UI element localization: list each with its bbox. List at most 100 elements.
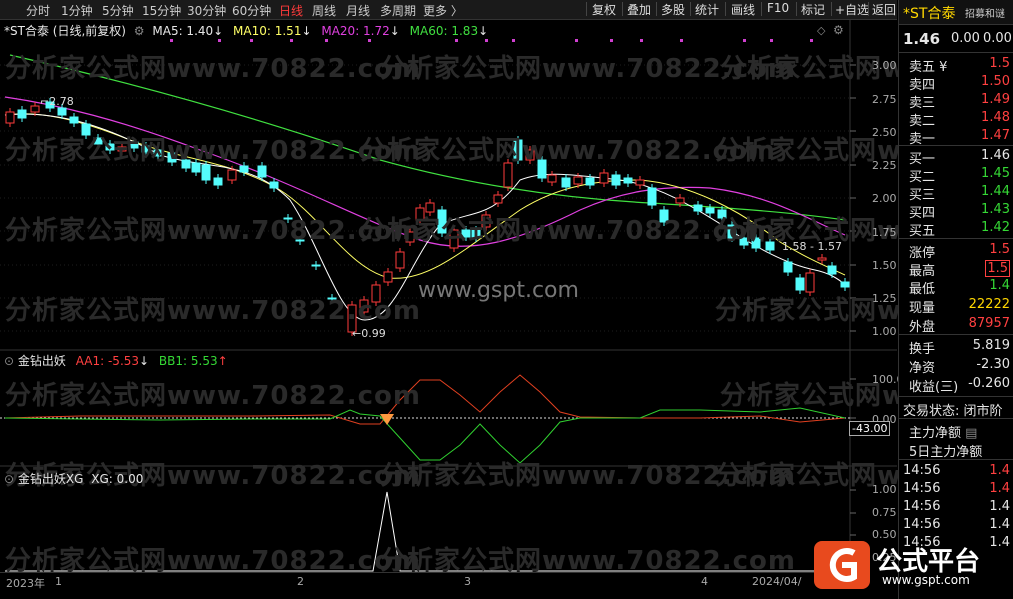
statistics-button[interactable]: 统计 (693, 1, 721, 17)
mark-button[interactable]: 标记 (799, 1, 827, 17)
period-tab-multi[interactable]: 多周期 (380, 2, 416, 19)
ind2-legend: ⊙ 金钻出妖XG XG: 0.00 (4, 470, 143, 487)
watermark-text: 分析家公式网www.70822.com (5, 216, 421, 246)
candle-body (827, 265, 837, 275)
x-tick: 2 (297, 575, 304, 588)
candle-body (675, 197, 685, 204)
candle-body (5, 111, 15, 124)
period-tab-more[interactable]: 更多 〉 (423, 2, 463, 19)
candle-body (395, 251, 405, 269)
watermark-text: 分析家公式网www.70822.com (360, 216, 776, 246)
f10-button[interactable]: F10 (765, 1, 791, 17)
ind1-name: 金钻出妖 (17, 354, 66, 368)
add-favorite-button[interactable]: +自选 (833, 1, 871, 17)
stock-name: *ST合泰 (903, 6, 956, 22)
tick-price: 1.4 (989, 517, 1010, 532)
y-tick: 1.75 (872, 226, 897, 239)
period-tab-30min[interactable]: 30分钟 (187, 2, 226, 19)
candle-body (30, 105, 40, 113)
ask-price: 1.48 (981, 110, 1010, 125)
bid-label: 买五 (909, 224, 936, 239)
watermark-text: 分析家公式网www.70822.com (5, 136, 421, 166)
candle-body (647, 187, 657, 206)
candle-body (783, 261, 793, 273)
tick-price: 1.4 (989, 481, 1010, 496)
period-tab-fenshi[interactable]: 分时 (26, 2, 50, 19)
signal-dot (485, 39, 488, 42)
signal-dot (640, 39, 643, 42)
signal-dot (250, 39, 253, 42)
signal-dot (368, 39, 371, 42)
collapse-icon[interactable]: ⊙ (4, 354, 14, 368)
tick-time: 14:56 (903, 499, 941, 514)
ind1-aa1: AA1: -5.53 (75, 354, 140, 368)
candle-body (57, 107, 67, 116)
signal-dot (680, 39, 683, 42)
collapse-icon[interactable]: ⊙ (4, 472, 14, 486)
ask-label: 卖五 ¥ (909, 60, 948, 75)
stat-value: 1.4 (989, 278, 1010, 293)
candle-body (269, 181, 279, 189)
y-tick: 3.00 (872, 59, 897, 72)
overlay-button[interactable]: 叠加 (625, 1, 653, 17)
ind2-name: 金钻出妖XG (17, 472, 84, 486)
bid-price: 1.45 (981, 166, 1010, 181)
ind2-y-tick: 0.75 (872, 506, 897, 519)
candle-body (599, 172, 609, 184)
signal-dot (218, 39, 221, 42)
stat-label: 换手 (909, 342, 936, 357)
tick-price: 1.4 (989, 499, 1010, 514)
signal-dot (455, 39, 458, 42)
logo-url: www.gspt.com (882, 573, 970, 587)
net-flow-label[interactable]: 主力净额 ▤ (909, 422, 977, 441)
period-tab-monthly[interactable]: 月线 (346, 2, 370, 19)
period-tab-1min[interactable]: 1分钟 (61, 2, 93, 19)
period-tab-5min[interactable]: 5分钟 (102, 2, 134, 19)
ask-price: 1.5 (989, 56, 1010, 71)
watermark-text: 分析家公式网www.70822.com (5, 54, 421, 84)
tick-time: 14:56 (903, 463, 941, 478)
bid-label: 买三 (909, 188, 936, 203)
candle-body (257, 165, 267, 178)
stat-label: 净资 (909, 361, 936, 376)
period-tab-weekly[interactable]: 周线 (312, 2, 336, 19)
bid-label: 买四 (909, 206, 936, 221)
restore-rights-button[interactable]: 复权 (590, 1, 618, 17)
stat-label: 现量 (909, 301, 936, 316)
top-toolbar: 分时 1分钟 5分钟 15分钟 30分钟 60分钟 日线 周线 月线 多周期 更… (0, 0, 897, 20)
draw-line-button[interactable]: 画线 (729, 1, 757, 17)
range-label: 1.58 - 1.57 (782, 240, 842, 253)
back-button[interactable]: 返回 (870, 1, 898, 17)
period-tab-daily[interactable]: 日线 (279, 2, 303, 19)
stat-label: 外盘 (909, 320, 936, 335)
multi-stock-button[interactable]: 多股 (659, 1, 687, 17)
stat-label: 收益(三) (909, 380, 959, 395)
candle-body (561, 177, 571, 188)
x-tick: 4 (701, 575, 708, 588)
net-flow5-label[interactable]: 5日主力净额 (909, 441, 982, 460)
candle-body (17, 109, 27, 119)
stat-value: 1.5 (989, 242, 1010, 257)
ind1-bb1: BB1: 5.53 (158, 354, 218, 368)
ask-price: 1.50 (981, 74, 1010, 89)
signal-dot (610, 39, 613, 42)
diamond-signal (380, 414, 394, 425)
candle-body (817, 257, 827, 261)
stat-value: 1.5 (985, 260, 1010, 277)
stat-label: 最低 (909, 282, 936, 297)
high-price-label: ⌐2.78 (40, 95, 74, 108)
signal-dot (810, 39, 813, 42)
ind2-xg: XG: 0.00 (91, 472, 144, 486)
candle-body (547, 174, 557, 183)
y-tick: 1.00 (872, 325, 897, 338)
last-price: 1.46 (903, 30, 941, 48)
period-tab-15min[interactable]: 15分钟 (142, 2, 181, 19)
price-change-pct: 0.00 (983, 31, 1012, 46)
period-tab-60min[interactable]: 60分钟 (232, 2, 271, 19)
candle-body (383, 271, 393, 283)
candle-body (69, 116, 79, 124)
tick-price: 1.4 (989, 463, 1010, 478)
y-tick: 2.50 (872, 126, 897, 139)
tick-time: 14:56 (903, 517, 941, 532)
ask-label: 卖一 (909, 132, 936, 147)
